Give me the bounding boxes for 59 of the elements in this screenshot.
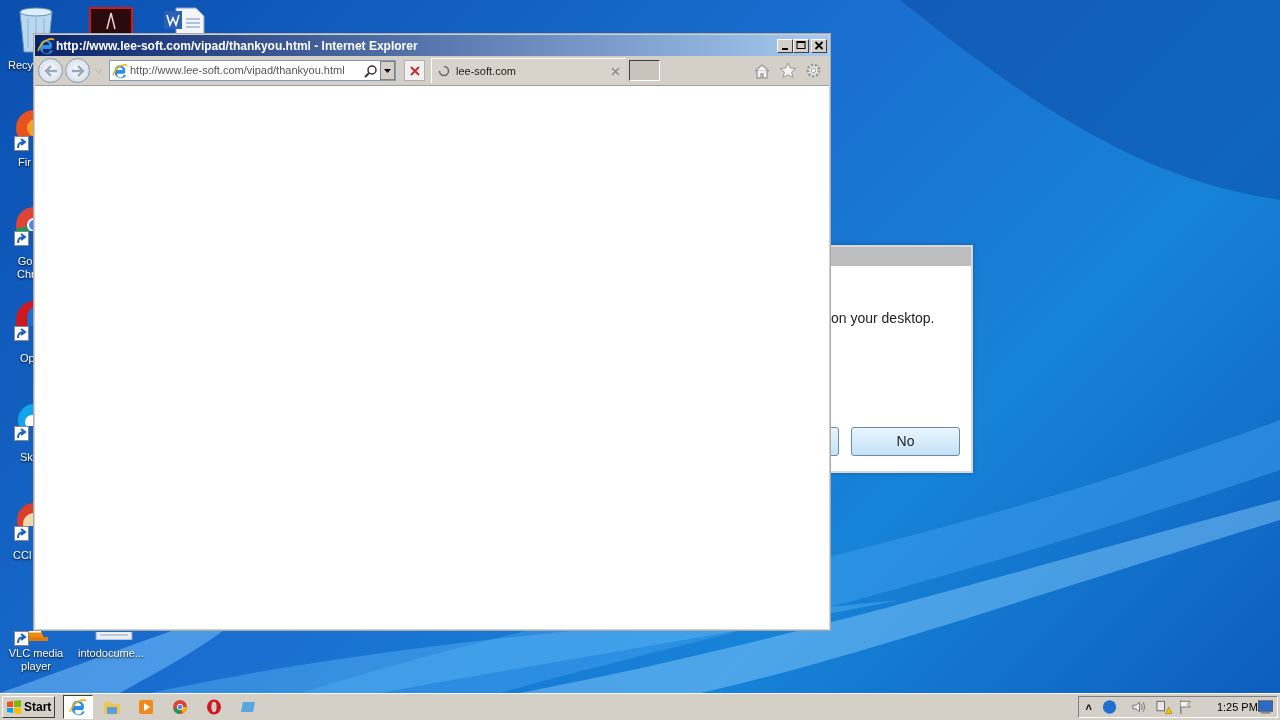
tab-title: lee-soft.com bbox=[456, 63, 517, 79]
app-icon bbox=[239, 700, 258, 714]
shortcut-arrow-icon bbox=[14, 136, 29, 151]
desktop-icon-label: Fir bbox=[18, 156, 31, 169]
windows-logo-icon bbox=[6, 700, 22, 714]
new-tab-button[interactable] bbox=[629, 60, 660, 81]
maximize-button[interactable] bbox=[793, 38, 809, 53]
minimize-button[interactable] bbox=[777, 38, 793, 53]
show-hidden-icons-button[interactable]: ˄ bbox=[1083, 701, 1095, 713]
window-title: http://www.lee-soft.com/vipad/thankyou.html - Internet Explorer bbox=[56, 37, 419, 55]
shortcut-arrow-icon bbox=[14, 231, 29, 246]
globe-icon[interactable] bbox=[1102, 699, 1118, 715]
speaker-icon[interactable] bbox=[1130, 699, 1146, 715]
dropdown-button[interactable] bbox=[380, 61, 395, 80]
desktop-icon-label: intodocume... bbox=[76, 647, 145, 660]
chrome-icon bbox=[172, 699, 189, 715]
shortcut-arrow-icon bbox=[14, 631, 29, 646]
taskbar-app-button[interactable] bbox=[63, 695, 94, 719]
shortcut-arrow-icon bbox=[14, 326, 29, 341]
maximize-icon bbox=[796, 41, 806, 50]
address-bar[interactable]: http://www.lee-soft.com/vipad/thankyou.html bbox=[109, 60, 396, 81]
stop-icon bbox=[409, 65, 420, 76]
forward-arrow-icon bbox=[70, 64, 85, 77]
clock[interactable]: 1:25 PM bbox=[1216, 698, 1258, 716]
start-button[interactable]: Start bbox=[2, 696, 56, 718]
desktop-icon-label: Recy bbox=[8, 59, 34, 72]
close-button[interactable] bbox=[811, 38, 827, 53]
flag-icon[interactable] bbox=[1177, 699, 1193, 715]
forward-button[interactable] bbox=[65, 58, 90, 83]
close-icon bbox=[814, 41, 824, 50]
desktop-icon-label: Sk bbox=[20, 451, 33, 464]
back-arrow-icon bbox=[43, 64, 58, 77]
internet-explorer-icon bbox=[69, 698, 88, 716]
minimize-icon bbox=[782, 48, 788, 50]
show-desktop-icon[interactable] bbox=[1257, 700, 1273, 714]
desktop-icon-label: Go Chr bbox=[17, 255, 33, 281]
document-icon[interactable] bbox=[89, 7, 133, 35]
dropdown-arrow-icon bbox=[384, 68, 391, 73]
folder-icon bbox=[103, 699, 122, 715]
network-warning-icon[interactable] bbox=[1154, 699, 1172, 715]
dialog-button[interactable]: No bbox=[851, 427, 960, 456]
desktop-icon-label: CCl bbox=[13, 549, 32, 562]
search-icon[interactable] bbox=[364, 63, 378, 78]
address-text: http://www.lee-soft.com/vipad/thankyou.html bbox=[130, 63, 346, 79]
internet-explorer-icon bbox=[37, 36, 55, 55]
dialog-message: on your desktop. bbox=[831, 309, 935, 328]
play-icon bbox=[138, 699, 155, 715]
favorites-star-icon[interactable] bbox=[779, 62, 797, 79]
desktop-icon-label: VLC media player bbox=[7, 647, 65, 673]
settings-icon[interactable] bbox=[805, 62, 822, 79]
internet-explorer-icon bbox=[112, 62, 128, 79]
shortcut-arrow-icon bbox=[14, 426, 29, 441]
stop-button[interactable] bbox=[404, 60, 425, 81]
home-icon[interactable] bbox=[753, 62, 771, 79]
shortcut-arrow-icon bbox=[14, 526, 29, 541]
close-icon[interactable] bbox=[611, 66, 620, 76]
browser-tab[interactable]: lee-soft.com bbox=[431, 58, 626, 83]
back-button[interactable] bbox=[38, 58, 63, 83]
opera-icon bbox=[206, 699, 223, 715]
